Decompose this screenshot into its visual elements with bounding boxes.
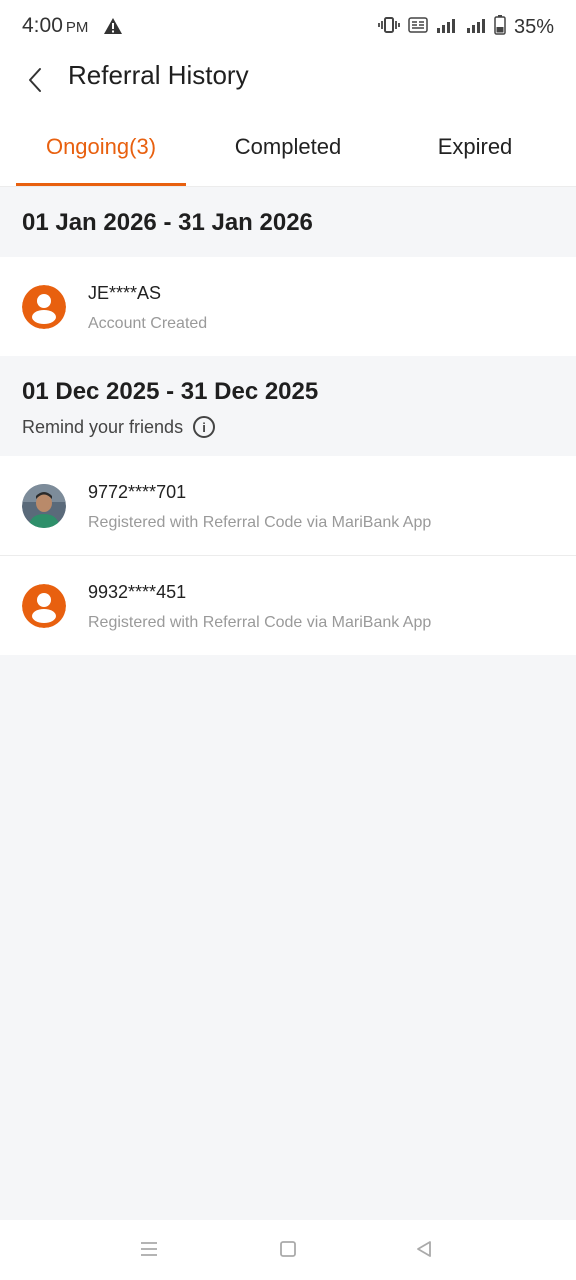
list-item[interactable]: JE****AS Account Created	[0, 257, 576, 356]
status-ampm: PM	[65, 19, 89, 36]
status-bar: 4:00 PM 35%	[0, 0, 576, 56]
section-header-dec-2025: 01 Dec 2025 - 31 Dec 2025 Remind your fr…	[0, 356, 576, 456]
warning-icon	[103, 17, 123, 40]
system-nav-bar	[0, 1220, 576, 1280]
list-item[interactable]: 9772****701 Registered with Referral Cod…	[0, 456, 576, 555]
app-header: Referral History	[0, 56, 576, 116]
list-item[interactable]: 9932****451 Registered with Referral Cod…	[0, 556, 576, 655]
tab-ongoing[interactable]: Ongoing(3)	[16, 134, 186, 160]
referral-name: 9932****451	[88, 582, 187, 602]
remind-label: Remind your friends	[22, 416, 184, 437]
status-time: 4:00 PM	[22, 14, 88, 38]
back-button[interactable]	[18, 62, 52, 102]
section-title: 01 Jan 2026 - 31 Jan 2026	[22, 209, 313, 236]
tab-bar: Ongoing(3) Completed Expired	[0, 116, 576, 187]
menu-icon[interactable]	[138, 1238, 162, 1262]
home-icon[interactable]	[277, 1238, 301, 1262]
photo-avatar	[22, 484, 66, 528]
section-title: 01 Dec 2025 - 31 Dec 2025	[22, 378, 319, 405]
tab-expired[interactable]: Expired	[390, 134, 560, 160]
referral-status: Account Created	[88, 315, 208, 332]
referral-status: Registered with Referral Code via MariBa…	[88, 614, 432, 631]
referral-name: 9772****701	[88, 482, 187, 502]
status-time-value: 4:00	[22, 14, 63, 37]
tab-completed[interactable]: Completed	[200, 134, 376, 160]
volte-icon	[408, 16, 428, 39]
section-header-jan-2026: 01 Jan 2026 - 31 Jan 2026	[0, 187, 576, 257]
remind-friends-link[interactable]: Remind your friends i	[22, 416, 216, 438]
battery-percent: 35%	[513, 16, 554, 38]
vibrate-icon	[378, 16, 400, 39]
default-avatar-icon	[22, 285, 66, 329]
default-avatar-icon	[22, 584, 66, 628]
chevron-left-icon	[28, 67, 42, 98]
referral-name: JE****AS	[88, 283, 162, 303]
active-tab-indicator	[16, 183, 186, 186]
signal-icon	[466, 16, 486, 39]
back-triangle-icon[interactable]	[413, 1238, 437, 1262]
status-icons: 35%	[378, 15, 554, 40]
page-title: Referral History	[68, 60, 249, 90]
referral-status: Registered with Referral Code via MariBa…	[88, 514, 432, 531]
battery-icon	[494, 15, 506, 40]
info-icon[interactable]: i	[193, 416, 216, 438]
signal-lte-icon	[436, 16, 458, 39]
